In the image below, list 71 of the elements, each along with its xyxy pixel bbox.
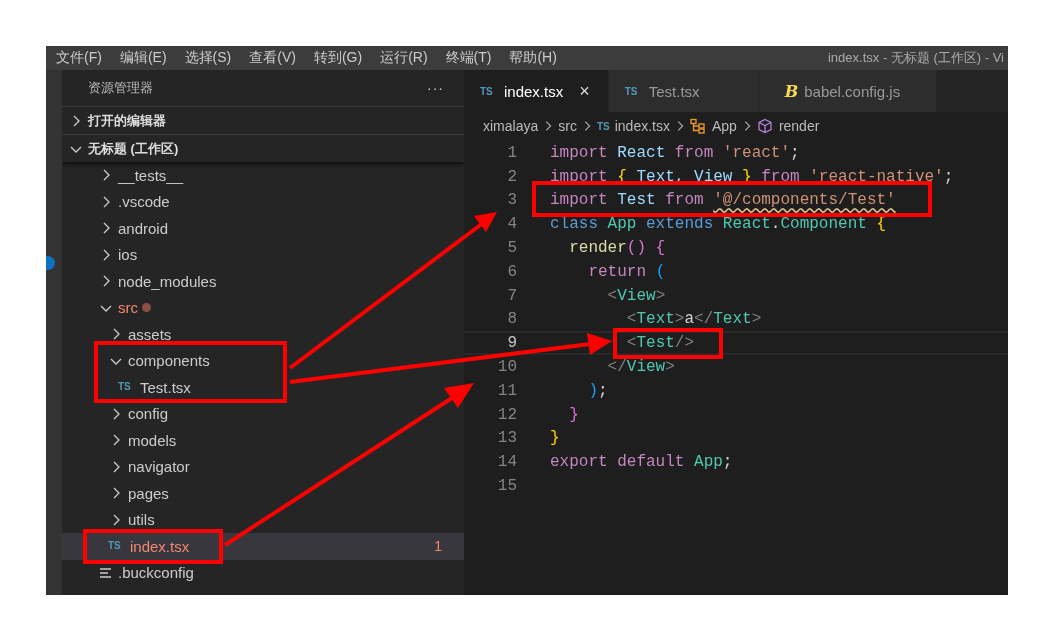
- section-header[interactable]: 无标题 (工作区): [62, 134, 464, 162]
- breadcrumb-item[interactable]: src: [558, 118, 577, 134]
- tree-item[interactable]: src: [62, 294, 157, 321]
- code-line: </View>: [606, 358, 675, 377]
- line-number: 14: [496, 453, 517, 472]
- typescript-file-icon: TS: [118, 382, 136, 393]
- editor-tab[interactable]: TS index.tsx ×: [464, 70, 609, 112]
- menu-item[interactable]: 终端(T): [445, 49, 492, 67]
- tree-item[interactable]: assets: [62, 321, 178, 348]
- line-number: 13: [496, 429, 517, 448]
- tree-item[interactable]: navigator: [62, 453, 196, 480]
- code-line: <Test/>: [625, 334, 695, 353]
- line-number: 2: [506, 167, 517, 186]
- tree-item[interactable]: components: [62, 347, 216, 374]
- code-line: import Test from '@/components/Test': [550, 191, 896, 210]
- typescript-file-icon: TS: [596, 120, 610, 132]
- window-title: index.tsx - 无标题 (工作区) - Vi: [828, 49, 1004, 67]
- line-number: 1: [506, 143, 517, 162]
- typescript-file-icon: TS: [108, 541, 126, 552]
- line-number: 8: [506, 310, 517, 329]
- tree-item[interactable]: models: [62, 427, 183, 454]
- breadcrumb-item[interactable]: App: [711, 118, 737, 134]
- tree-item[interactable]: .buckconfig: [62, 559, 200, 586]
- typescript-file-icon: TS: [624, 85, 643, 97]
- breadcrumb-item[interactable]: ximalaya: [483, 118, 539, 134]
- code-line: <Text>a</Text>: [625, 310, 762, 329]
- menu-item[interactable]: 编辑(E): [119, 49, 167, 67]
- sidebar-title: 资源管理器: [88, 79, 153, 97]
- tree-item[interactable]: android: [62, 215, 175, 242]
- tree-item[interactable]: node_modules: [62, 268, 223, 295]
- code-line: }: [568, 405, 579, 424]
- menu-item[interactable]: 查看(V): [249, 49, 296, 67]
- typescript-file-icon: TS: [480, 85, 498, 97]
- breadcrumb-item[interactable]: render: [778, 118, 820, 134]
- code-line: }: [550, 429, 560, 448]
- line-number: 5: [506, 239, 517, 258]
- line-number: 7: [506, 286, 517, 305]
- breadcrumb-item[interactable]: index.tsx: [614, 118, 670, 134]
- tree-item[interactable]: __tests__: [62, 162, 190, 189]
- line-number: 6: [506, 262, 517, 281]
- tree-item[interactable]: .vscode: [62, 188, 176, 215]
- line-number: 9: [506, 334, 517, 353]
- code-line: render() {: [568, 239, 666, 258]
- code-line: export default App;: [550, 453, 733, 472]
- editor-tab[interactable]: B babel.config.js: [758, 70, 937, 112]
- menu-item[interactable]: 转到(G): [313, 49, 363, 67]
- tree-item[interactable]: pages: [62, 480, 175, 507]
- problem-count: 1: [434, 539, 442, 554]
- line-number: 10: [496, 358, 517, 377]
- tree-item[interactable]: utils: [62, 506, 161, 533]
- line-number: 4: [506, 215, 517, 234]
- code-line: );: [587, 381, 608, 400]
- menu-item[interactable]: 帮助(H): [509, 49, 557, 67]
- menu-item[interactable]: 运行(R): [380, 49, 428, 67]
- more-actions-button[interactable]: ···: [427, 80, 444, 96]
- tree-item[interactable]: config: [62, 400, 175, 427]
- line-number: 3: [506, 191, 517, 210]
- editor-tab[interactable]: TS Test.tsx: [608, 70, 759, 112]
- menu-item[interactable]: 选择(S): [184, 49, 232, 67]
- line-number: 15: [496, 477, 517, 496]
- close-button[interactable]: ×: [579, 80, 590, 102]
- tree-item[interactable]: ios: [62, 241, 144, 268]
- menu-item[interactable]: 文件(F): [56, 49, 102, 67]
- babel-icon: B: [784, 81, 799, 101]
- tree-item[interactable]: TS Test.tsx: [62, 374, 197, 401]
- code-line: import React from 'react';: [550, 143, 800, 162]
- tree-item[interactable]: TS index.tsx 1: [62, 533, 464, 560]
- code-line: return (: [587, 262, 666, 281]
- line-number: 11: [496, 381, 517, 400]
- line-number: 12: [496, 405, 517, 424]
- code-line: <View>: [606, 286, 666, 305]
